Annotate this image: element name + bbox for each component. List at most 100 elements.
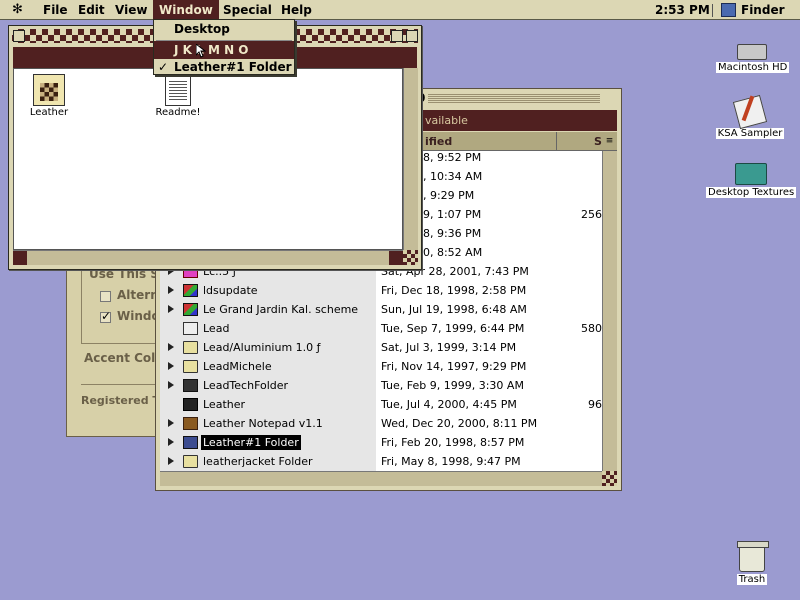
list-row[interactable]: Lead Tue, Sep 7, 1999, 6:44 PM 580	[160, 319, 602, 338]
disclosure-triangle-icon[interactable]	[168, 419, 174, 427]
list-row[interactable]: LeadMichele Fri, Nov 14, 1997, 9:29 PM	[160, 357, 602, 376]
date-cell: Fri, Nov 14, 1997, 9:29 PM	[376, 357, 550, 376]
file-icon-readme[interactable]: Readme!	[146, 74, 210, 118]
file-label: Leather	[29, 107, 69, 118]
menu-view[interactable]: View	[109, 0, 153, 20]
file-name[interactable]: LeadMichele	[203, 357, 272, 376]
application-icon	[183, 398, 198, 411]
desktop-icon-macintosh-hd[interactable]: Macintosh HD	[716, 44, 790, 73]
list-row[interactable]: Leather Notepad v1.1 Wed, Dec 20, 2000, 8…	[160, 414, 602, 433]
application-icon	[183, 303, 198, 316]
menu-help[interactable]: Help	[275, 0, 318, 20]
file-name[interactable]: ldsupdate	[203, 281, 258, 300]
disclosure-triangle-icon[interactable]	[168, 362, 174, 370]
apple-menu-icon[interactable]: ✻	[12, 2, 32, 18]
size-cell	[550, 262, 602, 281]
horizontal-scrollbar[interactable]	[160, 471, 602, 486]
application-icon	[732, 94, 768, 130]
menubar-divider	[712, 4, 713, 17]
menu-item-label: Leather#1 Folder	[174, 60, 292, 74]
size-cell	[550, 243, 602, 262]
disclosure-triangle-icon[interactable]	[168, 305, 174, 313]
menu-item-leather-folder[interactable]: ✓ Leather#1 Folder	[154, 58, 294, 76]
list-row[interactable]: ldsupdate Fri, Dec 18, 1998, 2:58 PM	[160, 281, 602, 300]
list-row[interactable]: Lead/Aluminium 1.0 ƒ Sat, Jul 3, 1999, 3:…	[160, 338, 602, 357]
clock[interactable]: 2:53 PM	[655, 0, 710, 20]
folder-icon	[183, 360, 198, 373]
available-label: vailable	[425, 114, 468, 127]
menu-item-desktop[interactable]: Desktop	[154, 20, 294, 38]
zoom-box[interactable]	[391, 30, 403, 42]
collapse-box[interactable]	[406, 30, 418, 42]
file-name[interactable]: LeadTechFolder	[203, 376, 288, 395]
file-icon-leather[interactable]: Leather	[17, 74, 81, 118]
file-name[interactable]: leatherjacket Folder	[203, 452, 313, 471]
desktop-icon-ksa-sampler[interactable]: KSA Sampler	[714, 94, 786, 139]
column-date-modified[interactable]: ified	[425, 132, 452, 151]
date-modified: Tue, Feb 9, 1999, 3:30 AM	[381, 379, 524, 392]
window-label: Windo	[117, 309, 160, 323]
file-name[interactable]: Leather#1 Folder	[201, 435, 301, 450]
date-modified: Fri, Nov 14, 1997, 9:29 PM	[381, 360, 527, 373]
menu-item-jklmno[interactable]: J K L M N O	[154, 41, 294, 59]
application-icon	[183, 379, 198, 392]
list-row[interactable]: Le Grand Jardin Kal. scheme Sun, Jul 19, …	[160, 300, 602, 319]
sort-order-icon[interactable]: ≡	[602, 132, 617, 151]
size-cell	[550, 414, 602, 433]
date-cell: Tue, Feb 9, 1999, 3:30 AM	[376, 376, 550, 395]
name-cell: Leather Notepad v1.1	[160, 414, 376, 433]
desktop-icon-desktop-textures[interactable]: Desktop Textures	[706, 163, 797, 198]
menu-window[interactable]: Window	[153, 0, 219, 20]
icon-label: KSA Sampler	[715, 128, 785, 139]
menu-edit[interactable]: Edit	[72, 0, 111, 20]
list-row[interactable]: leatherjacket Folder Fri, May 8, 1998, 9:…	[160, 452, 602, 471]
desktop-icon-trash[interactable]: Trash	[730, 541, 774, 585]
file-name[interactable]: Leather Notepad v1.1	[203, 414, 323, 433]
file-name[interactable]: Lead/Aluminium 1.0 ƒ	[203, 338, 321, 357]
date-cell: Fri, Dec 18, 1998, 2:58 PM	[376, 281, 550, 300]
disclosure-triangle-icon[interactable]	[168, 286, 174, 294]
file-size: 96	[588, 398, 602, 411]
menu-file[interactable]: File	[37, 0, 74, 20]
size-cell	[550, 151, 602, 167]
date-modified: Sat, Jul 3, 1999, 3:14 PM	[381, 341, 517, 354]
size-cell	[550, 224, 602, 243]
size-cell	[550, 167, 602, 186]
name-cell: ldsupdate	[160, 281, 376, 300]
date-modified: Tue, Sep 7, 1999, 6:44 PM	[381, 322, 525, 335]
resize-box[interactable]	[403, 250, 418, 265]
disclosure-triangle-icon[interactable]	[168, 438, 174, 446]
date-cell: Wed, Dec 20, 2000, 8:11 PM	[376, 414, 550, 433]
file-name[interactable]: Leather	[203, 395, 245, 414]
scroll-right-arrow[interactable]	[389, 251, 403, 265]
disclosure-triangle-icon[interactable]	[168, 457, 174, 465]
name-cell: LeadTechFolder	[160, 376, 376, 395]
disclosure-triangle-icon[interactable]	[168, 343, 174, 351]
close-box[interactable]	[13, 30, 25, 42]
vertical-scrollbar[interactable]	[602, 151, 617, 471]
vertical-scrollbar[interactable]	[403, 68, 418, 250]
hard-disk-icon	[737, 44, 767, 60]
alternate-checkbox[interactable]	[100, 291, 111, 302]
horizontal-scrollbar[interactable]	[13, 250, 403, 265]
list-row[interactable]: Leather#1 Folder Fri, Feb 20, 1998, 8:57 …	[160, 433, 602, 452]
disclosure-triangle-icon[interactable]	[168, 381, 174, 389]
file-name[interactable]: Le Grand Jardin Kal. scheme	[203, 300, 358, 319]
file-name[interactable]: Lead	[203, 319, 229, 338]
column-size[interactable]: S	[594, 132, 602, 151]
window-checkbox[interactable]: ✓	[100, 309, 111, 323]
name-cell: Lead	[160, 319, 376, 338]
date-cell: Sun, Jul 19, 1998, 6:48 AM	[376, 300, 550, 319]
resize-box[interactable]	[602, 471, 617, 486]
size-cell	[550, 186, 602, 205]
leather-icon	[33, 74, 65, 106]
scroll-left-arrow[interactable]	[13, 251, 27, 265]
list-row[interactable]: Leather Tue, Jul 4, 2000, 4:45 PM 96	[160, 395, 602, 414]
folder-icon	[183, 455, 198, 468]
application-menu[interactable]: Finder	[741, 0, 785, 20]
date-modified: Fri, Dec 18, 1998, 2:58 PM	[381, 284, 527, 297]
list-row[interactable]: LeadTechFolder Tue, Feb 9, 1999, 3:30 AM	[160, 376, 602, 395]
document-icon	[183, 322, 198, 335]
menu-special[interactable]: Special	[217, 0, 278, 20]
icon-label: Macintosh HD	[716, 62, 790, 73]
